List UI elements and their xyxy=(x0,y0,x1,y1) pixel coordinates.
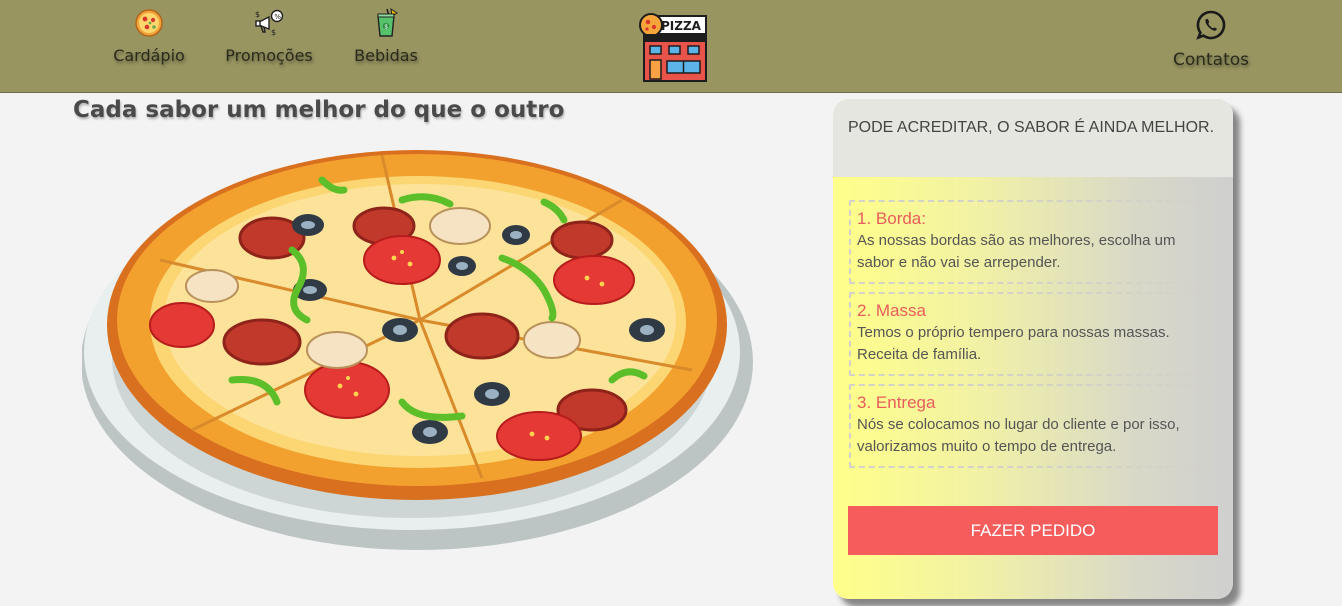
nav-item-bebidas[interactable]: $ Bebidas xyxy=(331,6,441,76)
feature-description: Nós se colocamos no lugar do cliente e p… xyxy=(857,416,1180,455)
feature-description: As nossas bordas são as melhores, escolh… xyxy=(857,232,1176,271)
nav-label-contatos: Contatos xyxy=(1172,50,1250,70)
feature-title: 3. Entrega xyxy=(857,393,936,412)
feature-title: 2. Massa xyxy=(857,301,926,320)
pizza-slice-icon xyxy=(132,6,166,40)
pizzeria-logo[interactable]: PIZZA xyxy=(636,11,710,83)
info-card: PODE ACREDITAR, O SABOR É AINDA MELHOR. … xyxy=(833,99,1233,599)
nav-item-cardapio[interactable]: Cardápio xyxy=(94,6,204,76)
logo-text: PIZZA xyxy=(661,19,702,33)
drink-icon: $ xyxy=(369,6,403,40)
card-header: PODE ACREDITAR, O SABOR É AINDA MELHOR. xyxy=(833,99,1233,177)
whatsapp-icon xyxy=(1194,8,1228,42)
feature-entrega: 3. Entrega Nós se colocamos no lugar do … xyxy=(849,384,1211,468)
nav-item-contatos[interactable]: Contatos xyxy=(1156,8,1266,78)
order-button[interactable]: FAZER PEDIDO xyxy=(848,506,1218,555)
nav-item-promocoes[interactable]: % $ $ Promoções xyxy=(214,6,324,76)
feature-borda: 1. Borda: As nossas bordas são as melhor… xyxy=(849,200,1211,284)
pizzeria-building-icon: PIZZA xyxy=(639,13,707,82)
svg-text:$: $ xyxy=(255,10,260,19)
pizza-illustration xyxy=(81,140,762,560)
top-navigation-bar: Cardápio % $ $ Promoções $ Bebidas PIZZA… xyxy=(0,0,1342,93)
svg-text:%: % xyxy=(274,13,281,21)
feature-description: Temos o próprio tempero para nossas mass… xyxy=(857,324,1170,363)
nav-label-promocoes: Promoções xyxy=(225,46,313,65)
nav-label-cardapio: Cardápio xyxy=(113,46,185,65)
feature-massa: 2. Massa Temos o próprio tempero para no… xyxy=(849,292,1211,376)
feature-title: 1. Borda: xyxy=(857,209,926,228)
page-headline: Cada sabor um melhor do que o outro xyxy=(73,97,565,123)
megaphone-icon: % $ $ xyxy=(252,6,286,40)
nav-label-bebidas: Bebidas xyxy=(354,46,418,65)
svg-text:$: $ xyxy=(384,23,388,30)
svg-text:$: $ xyxy=(271,28,276,37)
